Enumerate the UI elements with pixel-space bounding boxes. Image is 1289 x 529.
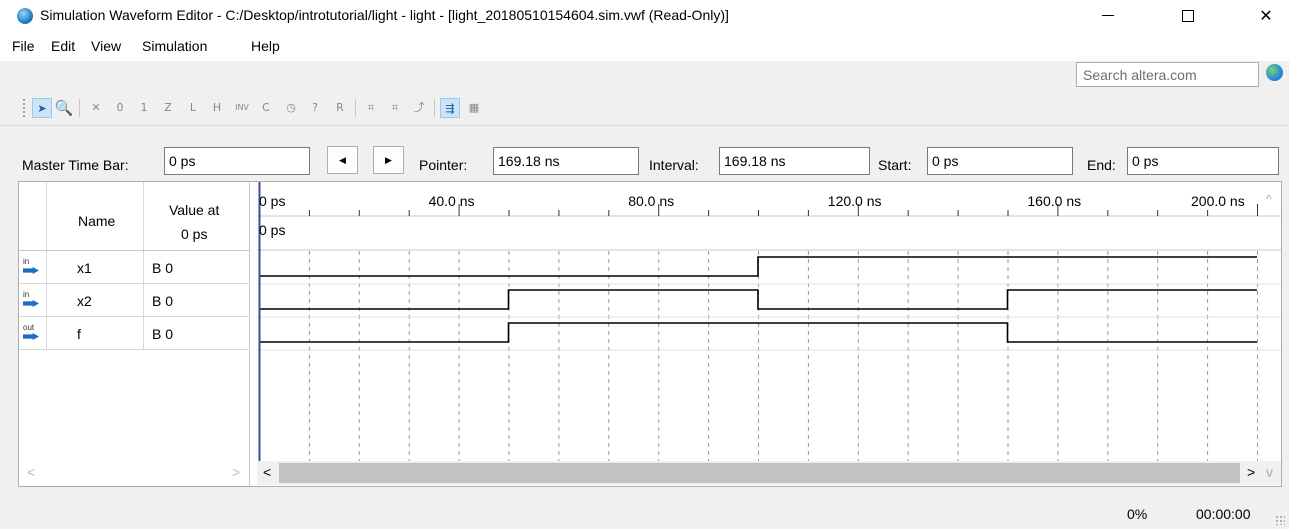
forcing-unknown-icon[interactable]: ✕ [86, 98, 106, 118]
ruler-label: 80.0 ns [628, 193, 675, 209]
resize-grip[interactable] [1275, 515, 1285, 525]
ruler-label: 200.0 ns [1191, 193, 1245, 209]
ruler-label: 40.0 ns [428, 193, 475, 209]
output-pin-label: out [23, 323, 35, 332]
close-button[interactable]: ✕ [1243, 0, 1289, 31]
scroll-right-arrow[interactable]: > [1247, 464, 1255, 480]
signal-name: x1 [77, 260, 92, 276]
maximize-button[interactable] [1165, 0, 1211, 31]
signal-value: B 0 [152, 260, 174, 276]
value-column-header[interactable]: Value at [169, 202, 219, 218]
count-value-icon[interactable]: C [256, 98, 276, 118]
menu-view[interactable]: View [91, 38, 121, 54]
scroll-right-arrow[interactable]: > [232, 464, 240, 480]
selection-tool-icon[interactable]: ➤ [32, 98, 52, 118]
zoom-tool-icon[interactable]: 🔍 [54, 98, 74, 118]
signal-list-scrollbar[interactable]: < > [19, 461, 250, 485]
signal-row-x1[interactable]: in x1 B 0 [19, 251, 250, 284]
scroll-up-arrow[interactable]: ^ [1266, 192, 1272, 206]
menu-file[interactable]: File [12, 38, 35, 54]
waveform-pane[interactable]: 0 ps 40.0 ns 80.0 ns 120.0 ns 160.0 ns 2… [257, 182, 1281, 486]
end-label: End: [1087, 157, 1116, 173]
name-column-header[interactable]: Name [78, 213, 115, 229]
waveform-settings-icon[interactable]: ▦ [464, 98, 484, 118]
weak-low-icon[interactable]: L [183, 98, 203, 118]
signal-name: x2 [77, 293, 92, 309]
invert-icon[interactable]: INV [232, 98, 252, 118]
snap-to-grid-icon[interactable]: ⌗ [361, 98, 381, 118]
menu-edit[interactable]: Edit [51, 38, 75, 54]
maximize-icon [1182, 9, 1194, 22]
signal-row-x2[interactable]: in x2 B 0 [19, 284, 250, 317]
menu-simulation[interactable]: Simulation [142, 38, 207, 54]
interval-field: 169.18 ns [719, 147, 870, 175]
snap-transitions-icon[interactable]: ⇶ [440, 98, 460, 118]
weak-high-icon[interactable]: H [207, 98, 227, 118]
menu-bar: File Edit View Simulation Help [0, 31, 1289, 61]
ruler-label: 120.0 ns [827, 193, 882, 209]
scroll-down-arrow[interactable]: v [1266, 464, 1273, 480]
arbitrary-value-icon[interactable]: ? [305, 98, 325, 118]
toolbar: ➤ 🔍 ✕ 0 1 Z L H INV C ◷ ? R ⌗ ⌗ ⤴ ⇶ ▦ [0, 90, 1289, 126]
toolbar-separator [79, 99, 80, 117]
waveform-panel: Name Value at 0 ps in x1 B 0 in x2 B 0 o… [18, 181, 1282, 487]
waveform-horizontal-scrollbar[interactable]: < > v [257, 461, 1281, 485]
scrollbar-thumb[interactable] [279, 463, 1240, 483]
progress-status: 0% [1127, 506, 1148, 522]
previous-transition-button[interactable]: ◀ [327, 146, 358, 174]
minimize-button[interactable] [1085, 0, 1131, 31]
high-impedance-icon[interactable]: Z [158, 98, 178, 118]
master-time-bar-field[interactable]: 0 ps [164, 147, 310, 175]
globe-icon[interactable] [1266, 64, 1283, 81]
elapsed-time: 00:00:00 [1196, 506, 1251, 522]
input-pin-icon: in [23, 258, 43, 276]
toolbar-separator [355, 99, 356, 117]
signal-row-f[interactable]: out f B 0 [19, 317, 250, 350]
window-title: Simulation Waveform Editor - C:/Desktop/… [40, 7, 729, 23]
menu-help[interactable]: Help [251, 38, 280, 54]
forcing-low-icon[interactable]: 0 [110, 98, 130, 118]
grid-settings-icon[interactable]: ⌗ [385, 98, 405, 118]
output-pin-icon: out [23, 324, 43, 342]
master-time-bar-label: Master Time Bar: [22, 157, 129, 173]
waveform-canvas[interactable] [257, 182, 1281, 461]
scroll-left-arrow[interactable]: < [27, 464, 35, 480]
minimize-icon [1102, 15, 1114, 16]
start-field: 0 ps [927, 147, 1073, 175]
next-transition-button[interactable]: ▶ [373, 146, 404, 174]
signal-name: f [77, 326, 81, 342]
signal-value: B 0 [152, 293, 174, 309]
pointer-field: 169.18 ns [493, 147, 639, 175]
input-pin-icon: in [23, 291, 43, 309]
ruler-label: 160.0 ns [1027, 193, 1082, 209]
toolbar-separator [434, 99, 435, 117]
input-pin-label: in [23, 257, 30, 266]
signal-list-pane: Name Value at 0 ps in x1 B 0 in x2 B 0 o… [19, 182, 250, 486]
interval-label: Interval: [649, 157, 699, 173]
master-time-marker-label: 0 ps [259, 222, 286, 238]
pointer-label: Pointer: [419, 157, 468, 173]
ruler-label: 0 ps [259, 193, 286, 209]
quartus-app-icon [17, 8, 33, 24]
overwrite-clock-icon[interactable]: ⤴ [409, 98, 429, 118]
signal-value: B 0 [152, 326, 174, 342]
clock-icon[interactable]: ◷ [281, 98, 301, 118]
value-column-header-time: 0 ps [181, 226, 208, 242]
title-bar: Simulation Waveform Editor - C:/Desktop/… [0, 0, 1289, 31]
start-label: Start: [878, 157, 912, 173]
input-pin-label: in [23, 290, 30, 299]
random-value-icon[interactable]: R [330, 98, 350, 118]
toolbar-grip[interactable] [22, 98, 26, 118]
end-field: 0 ps [1127, 147, 1279, 175]
scroll-left-arrow[interactable]: < [263, 464, 271, 480]
search-input[interactable]: Search altera.com [1076, 62, 1259, 87]
forcing-high-icon[interactable]: 1 [134, 98, 154, 118]
